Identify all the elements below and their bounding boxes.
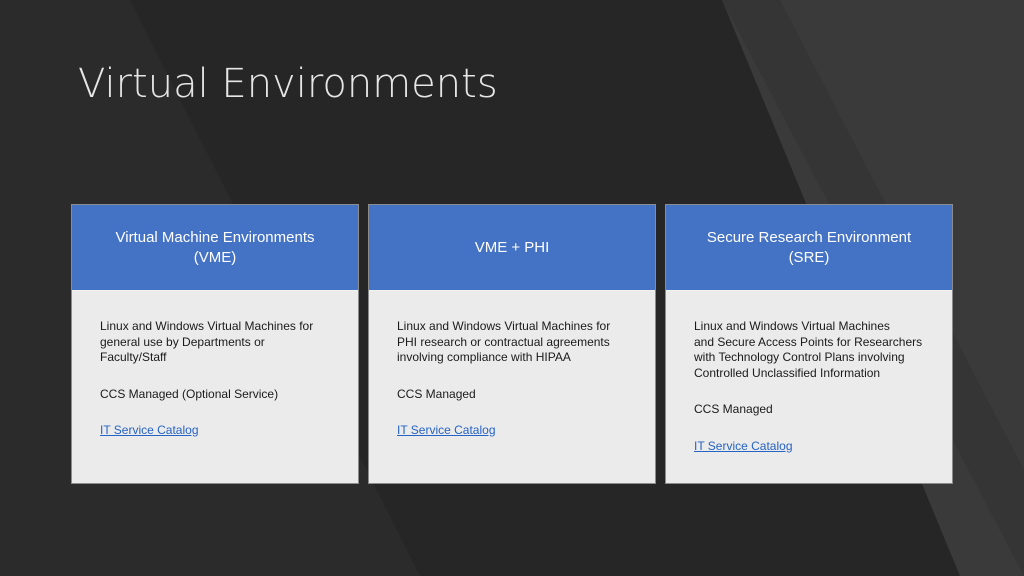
card-vme: Virtual Machine Environments (VME) Linux… bbox=[71, 204, 359, 484]
slide-title: Virtual Environments bbox=[78, 61, 498, 107]
card-header: Secure Research Environment (SRE) bbox=[666, 205, 952, 291]
card-managed-text: CCS Managed bbox=[397, 386, 476, 401]
it-service-catalog-link[interactable]: IT Service Catalog bbox=[694, 439, 793, 453]
card-description: Linux and Windows Virtual Machines for P… bbox=[397, 319, 611, 364]
card-vme-phi: VME + PHI Linux and Windows Virtual Mach… bbox=[368, 204, 656, 484]
card-description: Linux and Windows Virtual Machines for g… bbox=[100, 319, 314, 364]
card-title: VME + PHI bbox=[474, 238, 550, 256]
card-header: Virtual Machine Environments (VME) bbox=[72, 205, 358, 291]
card-body: Linux and Windows Virtual Machines and S… bbox=[666, 291, 952, 454]
card-header: VME + PHI bbox=[369, 205, 655, 291]
card-title: Virtual Machine Environments (VME) bbox=[115, 228, 315, 266]
card-managed-text: CCS Managed (Optional Service) bbox=[100, 386, 279, 401]
card-description: Linux and Windows Virtual Machines and S… bbox=[694, 319, 923, 380]
card-sre: Secure Research Environment (SRE) Linux … bbox=[665, 204, 953, 484]
card-managed-text: CCS Managed bbox=[694, 402, 773, 416]
it-service-catalog-link[interactable]: IT Service Catalog bbox=[100, 423, 199, 437]
card-body: Linux and Windows Virtual Machines for P… bbox=[369, 291, 655, 439]
card-body: Linux and Windows Virtual Machines for g… bbox=[72, 291, 358, 439]
card-title: Secure Research Environment (SRE) bbox=[706, 228, 912, 266]
it-service-catalog-link[interactable]: IT Service Catalog bbox=[397, 423, 496, 437]
